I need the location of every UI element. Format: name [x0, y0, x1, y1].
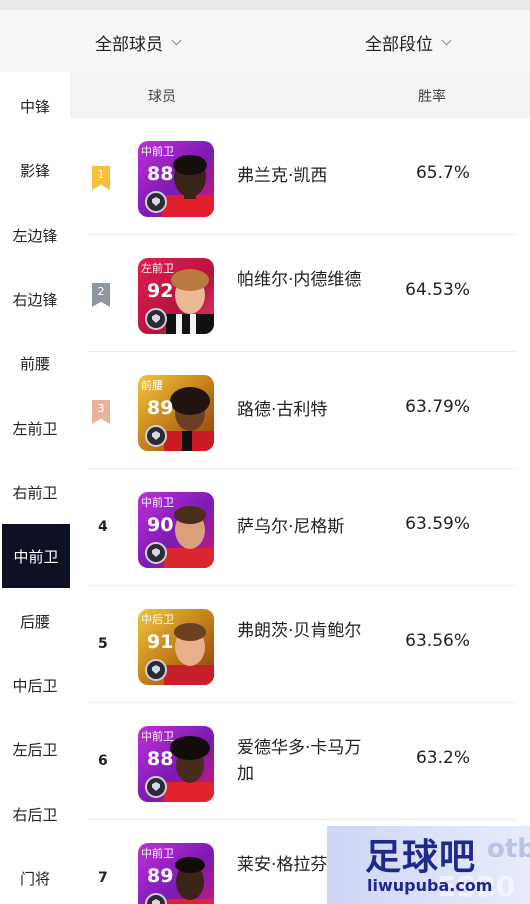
sidebar-item-label: 左前卫: [12, 419, 58, 438]
table-row[interactable]: 6 中前卫 88 爱德华多·卡马万加 63.2%: [70, 703, 530, 820]
table-row[interactable]: 2 左前卫 92 帕维尔·内德维德 64.53%: [70, 235, 530, 352]
card-rating: 89: [147, 865, 174, 887]
win-rate: 63.56%: [405, 631, 470, 651]
table-header: 球员 胜率: [70, 72, 530, 118]
player-card: 前腰 89: [138, 375, 214, 451]
card-rating: 92: [147, 280, 174, 302]
watermark-title: 足球吧: [365, 837, 477, 878]
rank-silver-ribbon: 2: [92, 283, 110, 307]
sidebar-item-label: 右边锋: [12, 290, 58, 309]
card-rating: 91: [147, 631, 174, 653]
card-rating: 89: [147, 397, 174, 419]
sidebar-item-gk[interactable]: 门将: [0, 846, 70, 904]
card-position: 中前卫: [141, 496, 174, 509]
sidebar-item-lmf[interactable]: 左前卫: [0, 396, 70, 460]
card-position: 中后卫: [141, 613, 174, 626]
position-sidebar: 中锋 影锋 左边锋 右边锋 前腰 左前卫 右前卫 中前卫 后腰 中后卫 左后卫 …: [0, 72, 70, 904]
card-position: 左前卫: [141, 262, 174, 275]
watermark-ghost-text: otba: [487, 834, 530, 864]
rank-number: 5: [98, 636, 108, 652]
sidebar-item-label: 左边锋: [12, 226, 58, 245]
sidebar-item-lb[interactable]: 左后卫: [0, 717, 70, 781]
ranking-table: 球员 胜率 1 中前卫 88 弗兰克·凯西 65.7% 2 左前卫 92 帕维尔…: [70, 72, 530, 904]
sidebar-item-label: 右后卫: [12, 805, 58, 824]
player-card: 中前卫 88: [138, 726, 214, 802]
player-filter-label: 全部球员: [95, 35, 163, 55]
filter-bar: 全部球员 全部段位: [0, 10, 530, 72]
sidebar-item-label: 右前卫: [12, 483, 58, 502]
card-rating: 88: [147, 163, 174, 185]
shield-icon: [145, 425, 167, 447]
player-name: 爱德华多·卡马万加: [237, 738, 362, 784]
rank-filter-dropdown[interactable]: 全部段位: [365, 30, 452, 55]
table-row[interactable]: 5 中后卫 91 弗朗茨·贝肯鲍尔 63.56%: [70, 586, 530, 703]
player-name: 帕维尔·内德维德: [237, 270, 362, 290]
player-card: 中前卫 88: [138, 141, 214, 217]
shield-icon: [145, 542, 167, 564]
card-position: 中前卫: [141, 847, 174, 860]
shield-icon: [145, 659, 167, 681]
player-card: 中前卫 89: [138, 843, 214, 904]
card-rating: 88: [147, 748, 174, 770]
sidebar-item-cb[interactable]: 中后卫: [0, 653, 70, 717]
column-header-win-rate: 胜率: [418, 89, 446, 105]
table-row[interactable]: 3 前腰 89 路德·古利特 63.79%: [70, 352, 530, 469]
sidebar-item-rmf[interactable]: 右前卫: [0, 460, 70, 524]
shield-icon: [145, 776, 167, 798]
player-name: 路德·古利特: [237, 400, 328, 420]
sidebar-item-label: 后腰: [19, 612, 50, 631]
top-strip: [0, 0, 530, 10]
rank-bronze-ribbon: 3: [92, 400, 110, 424]
site-watermark: otba ES20 足球吧 liwupuba.com: [327, 826, 530, 904]
card-rating: 90: [147, 514, 174, 536]
player-card: 左前卫 92: [138, 258, 214, 334]
win-rate: 63.79%: [405, 397, 470, 417]
sidebar-item-label: 左后卫: [12, 740, 58, 759]
sidebar-item-label: 门将: [19, 869, 50, 888]
sidebar-item-label: 影锋: [19, 161, 50, 180]
rank-number: 6: [98, 753, 108, 769]
shield-icon: [145, 308, 167, 330]
sidebar-item-ss[interactable]: 影锋: [0, 138, 70, 202]
column-header-player: 球员: [148, 89, 176, 105]
sidebar-item-cmf[interactable]: 中前卫: [2, 524, 70, 588]
sidebar-item-rwf[interactable]: 右边锋: [0, 267, 70, 331]
sidebar-item-label: 中前卫: [13, 547, 59, 566]
chevron-down-icon: [171, 35, 182, 46]
sidebar-item-label: 前腰: [19, 354, 50, 373]
win-rate: 63.59%: [405, 514, 470, 534]
card-position: 前腰: [141, 379, 163, 392]
watermark-url: liwupuba.com: [367, 876, 493, 895]
player-name: 萨乌尔·尼格斯: [237, 517, 345, 537]
chevron-down-icon: [441, 35, 452, 46]
rank-gold-ribbon: 1: [92, 166, 110, 190]
card-position: 中前卫: [141, 730, 174, 743]
sidebar-item-label: 中锋: [19, 97, 50, 116]
sidebar-item-rb[interactable]: 右后卫: [0, 782, 70, 846]
rank-filter-label: 全部段位: [365, 35, 433, 55]
win-rate: 65.7%: [415, 163, 470, 183]
table-row[interactable]: 1 中前卫 88 弗兰克·凯西 65.7%: [70, 118, 530, 235]
win-rate: 63.2%: [415, 748, 470, 768]
sidebar-item-dmf[interactable]: 后腰: [0, 589, 70, 653]
shield-icon: [145, 191, 167, 213]
player-card: 中前卫 90: [138, 492, 214, 568]
sidebar-item-lwf[interactable]: 左边锋: [0, 203, 70, 267]
player-card: 中后卫 91: [138, 609, 214, 685]
player-name: 弗兰克·凯西: [237, 166, 328, 186]
win-rate: 64.53%: [405, 280, 470, 300]
sidebar-item-cf[interactable]: 中锋: [0, 74, 70, 138]
player-filter-dropdown[interactable]: 全部球员: [95, 30, 182, 55]
table-row[interactable]: 4 中前卫 90 萨乌尔·尼格斯 63.59%: [70, 469, 530, 586]
rank-number: 4: [98, 519, 108, 535]
sidebar-item-amf[interactable]: 前腰: [0, 331, 70, 395]
rank-number: 7: [98, 870, 108, 886]
sidebar-item-label: 中后卫: [12, 676, 58, 695]
card-position: 中前卫: [141, 145, 174, 158]
player-name: 弗朗茨·贝肯鲍尔: [237, 621, 362, 641]
